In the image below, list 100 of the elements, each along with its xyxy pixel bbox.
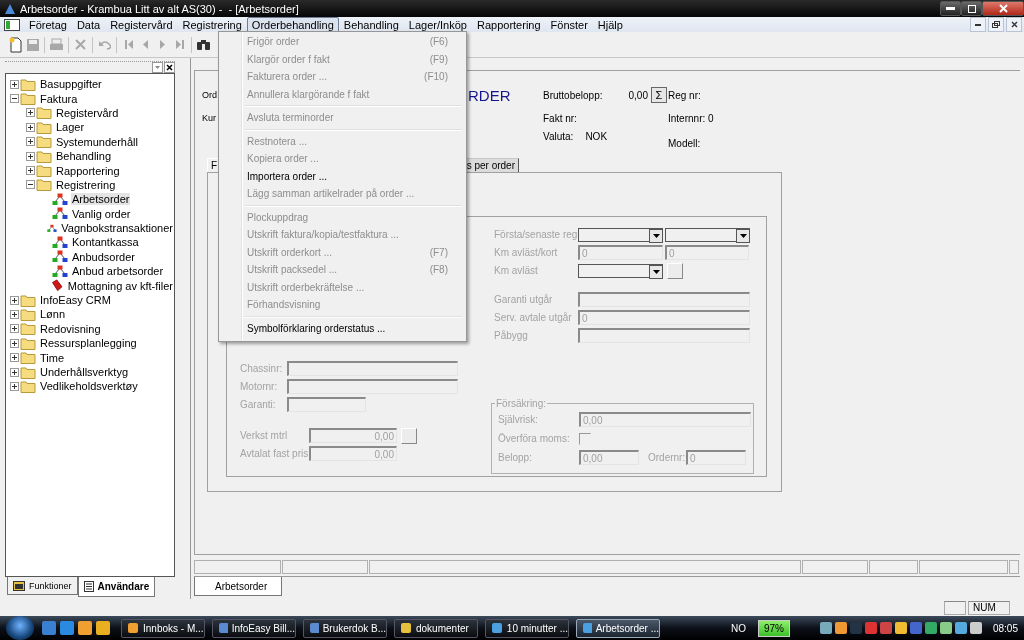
taskbar-button[interactable]: Brukerdok B... <box>303 618 387 638</box>
close-button[interactable] <box>982 1 1024 16</box>
menu-item[interactable]: Lager/Inköp <box>403 16 472 33</box>
window-icon <box>582 622 592 634</box>
minimize-button[interactable] <box>940 1 961 16</box>
folder-icon <box>20 379 36 393</box>
tree-item[interactable]: Systemunderhåll <box>55 135 139 148</box>
binoculars-icon[interactable] <box>196 38 211 51</box>
document-icon[interactable] <box>4 18 20 31</box>
tree-item[interactable]: Anbudsorder <box>71 250 136 263</box>
taskbar-button[interactable]: dokumenter <box>394 618 478 638</box>
folder-icon <box>20 77 36 91</box>
expand-toggle[interactable] <box>25 122 35 132</box>
expand-toggle[interactable] <box>9 79 19 89</box>
expand-toggle[interactable] <box>9 353 19 363</box>
field-label: Avtalat fast pris: <box>240 448 309 459</box>
tree-item[interactable]: Lønn <box>39 308 67 321</box>
close-button[interactable] <box>164 62 175 73</box>
tree-item[interactable]: Anbud arbetsorder <box>71 265 165 278</box>
document-icon <box>218 622 228 634</box>
tray-icon[interactable] <box>924 622 937 634</box>
tree-item[interactable]: Behandling <box>55 150 113 163</box>
collapse-toggle[interactable] <box>25 180 35 190</box>
currency-value: NOK <box>585 131 608 142</box>
expand-toggle[interactable] <box>9 381 19 391</box>
close-icon <box>1010 21 1018 28</box>
expand-toggle[interactable] <box>25 108 35 118</box>
status-indicator: NUM <box>968 600 1010 615</box>
restore-button[interactable] <box>961 1 982 16</box>
tree-item[interactable]: Registervård <box>55 106 120 119</box>
menu-item[interactable]: Symbolförklaring orderstatus ... <box>221 319 464 337</box>
folder-icon <box>20 336 36 350</box>
tree-item[interactable]: Mottagning av kft-filer <box>66 279 174 292</box>
sum-button[interactable]: Σ <box>651 87 667 103</box>
tree-item[interactable]: Arbetsorder <box>71 193 131 206</box>
dropdown-arrow-icon <box>739 233 747 238</box>
tree-item[interactable]: InfoEasy CRM <box>39 294 112 307</box>
menu-item[interactable]: Rapportering <box>471 16 546 33</box>
folder-icon <box>400 622 412 634</box>
taskbar-button[interactable]: 10 minutter ... <box>485 618 569 638</box>
tree-item[interactable]: Registrering <box>55 178 117 191</box>
tree-item[interactable]: Ressursplanlegging <box>39 337 138 350</box>
restore-button[interactable] <box>988 17 1004 32</box>
tree-item[interactable]: Redovisning <box>39 322 102 335</box>
tree-item[interactable]: Rapportering <box>55 164 121 177</box>
tree-item[interactable]: Lager <box>55 121 86 134</box>
taskbar-button[interactable]: InfoEasy Bill... <box>212 618 296 638</box>
folder-icon <box>36 149 52 163</box>
minimize-button[interactable] <box>970 17 986 32</box>
menu-item[interactable]: Hjälp <box>592 16 628 33</box>
tray-icon[interactable] <box>819 622 832 634</box>
window-icon <box>491 622 503 634</box>
window-tab[interactable]: Arbetsorder <box>194 577 283 596</box>
menu-item[interactable]: Behandling <box>338 16 404 33</box>
new-document-icon[interactable] <box>8 36 23 53</box>
internal-number: Internnr: 0 <box>668 112 714 124</box>
tree-item[interactable]: Vanlig order <box>71 207 132 220</box>
expand-toggle[interactable] <box>9 295 19 305</box>
folder-icon <box>36 178 52 192</box>
expand-toggle[interactable] <box>25 151 35 161</box>
menu-item[interactable]: Fönster <box>545 16 593 33</box>
tree-item[interactable]: Basuppgifter <box>39 78 103 91</box>
tray-icon[interactable] <box>954 622 967 634</box>
collapse-toggle[interactable] <box>9 94 19 104</box>
menu-item[interactable]: Importera order ... <box>221 167 464 185</box>
list-icon <box>83 581 94 592</box>
expand-toggle[interactable] <box>25 137 35 147</box>
panel-tab[interactable]: Användare <box>77 577 156 597</box>
tree-item[interactable]: Faktura <box>39 92 79 105</box>
taskbar-button[interactable]: Arbetsorder ... <box>576 618 660 638</box>
folder-icon <box>20 322 36 336</box>
app-icon <box>4 2 16 15</box>
tree-item[interactable]: Kontantkassa <box>71 236 140 249</box>
expand-toggle[interactable] <box>9 338 19 348</box>
dropdown-arrow-icon <box>652 269 660 274</box>
field-label: Bruttobelopp: <box>543 89 603 101</box>
field-label: Reg nr: <box>668 89 701 101</box>
expand-toggle[interactable] <box>9 367 19 377</box>
expand-toggle[interactable] <box>9 309 19 319</box>
field-label: Garanti utgår <box>494 294 554 305</box>
tray-icon[interactable] <box>834 622 847 634</box>
expand-toggle[interactable] <box>25 166 35 176</box>
start-button[interactable] <box>6 616 34 640</box>
menu-item[interactable]: Företag <box>24 16 72 33</box>
expand-toggle[interactable] <box>9 324 19 334</box>
panel-tab[interactable]: Funktioner <box>7 577 78 595</box>
taskbar-button[interactable]: Innboks - M... <box>121 618 205 638</box>
language-indicator[interactable]: NO <box>730 622 746 634</box>
menu-item[interactable]: Data <box>71 16 106 33</box>
tree-item[interactable]: Vagnbokstransaktioner <box>60 222 174 235</box>
battery-indicator[interactable]: 97% <box>757 619 790 637</box>
tray-icon[interactable] <box>939 622 952 634</box>
menu-item[interactable]: Registrering <box>177 16 247 33</box>
close-button[interactable] <box>1006 17 1022 32</box>
tree-item[interactable]: Vedlikeholdsverktøy <box>39 380 139 393</box>
menu-item[interactable]: Registervård <box>105 16 178 33</box>
tree-item[interactable]: Time <box>39 351 66 364</box>
tree-item[interactable]: Underhållsverktyg <box>39 366 130 378</box>
tray-icon[interactable] <box>894 622 907 634</box>
tray-icon[interactable] <box>969 622 982 634</box>
